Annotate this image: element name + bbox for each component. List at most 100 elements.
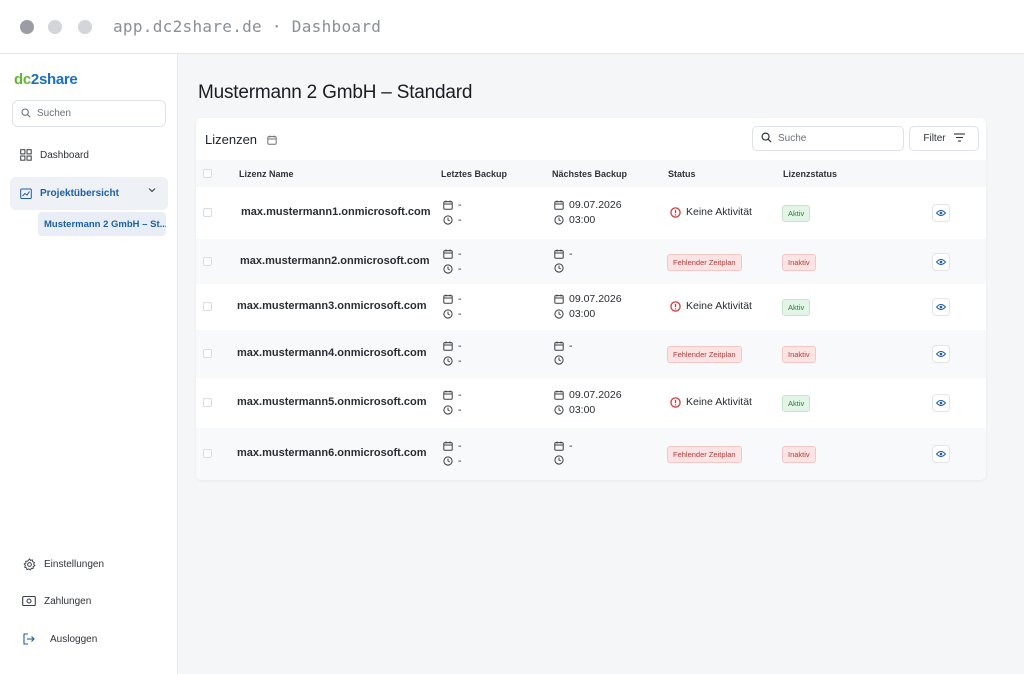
table-row[interactable]: max.mustermann4.onmicrosoft.com - - - Fehlen… [196,330,986,378]
next-backup-date-value: 09.07.2026 [569,199,622,211]
gear-icon [22,557,36,571]
col-header-name[interactable]: Lizenz Name [239,169,294,179]
filter-button[interactable]: Filter [909,126,979,151]
row-checkbox[interactable] [203,208,212,217]
table-row[interactable]: max.mustermann1.onmicrosoft.com - - 09.07.2… [196,187,986,239]
status-badge: Fehlender Zeitplan [667,446,742,463]
browser-title-bar: app.dc2share.de · Dashboard [0,0,1024,54]
table-search [752,126,904,151]
license-status-badge: Aktiv [782,395,811,412]
view-button[interactable] [932,445,950,463]
sidebar-item-logout[interactable]: Ausloggen [22,632,97,646]
window-maximize-dot[interactable] [78,20,92,34]
sidebar-item-settings[interactable]: Einstellungen [22,557,104,571]
license-name: max.mustermann1.onmicrosoft.com [241,206,431,218]
col-header-next-backup[interactable]: Nächstes Backup [552,169,627,179]
last-backup-date-value: - [458,389,462,401]
sidebar-search-input[interactable] [37,108,157,119]
clock-icon [443,215,453,225]
clock-icon [554,263,564,273]
row-checkbox[interactable] [203,449,212,458]
table-row[interactable]: max.mustermann2.onmicrosoft.com - - - Fehlen… [196,239,986,284]
calendar-icon [554,200,564,210]
status-badge: Fehlender Zeitplan [667,254,742,271]
dashboard-grid-icon [20,149,32,161]
table-row[interactable]: max.mustermann5.onmicrosoft.com - - 09.07.2… [196,378,986,428]
col-header-last-backup[interactable]: Letztes Backup [441,169,507,179]
last-backup-time: - [443,308,462,320]
col-header-status[interactable]: Status [668,169,696,179]
calendar-icon [443,249,453,259]
sidebar-item-projects[interactable]: Projektübersicht [10,177,168,210]
clock-icon [554,309,564,319]
window-close-dot[interactable] [20,20,34,34]
eye-icon [936,258,946,266]
row-checkbox[interactable] [203,302,212,311]
calendar-icon [443,441,453,451]
select-all-checkbox[interactable] [203,169,212,178]
sidebar-item-dashboard[interactable]: Dashboard [10,140,168,170]
row-checkbox[interactable] [203,257,212,266]
last-backup-date-value: - [458,248,462,260]
eye-icon [936,209,946,217]
status-cell: Keine Aktivität [670,206,752,218]
view-button[interactable] [932,394,950,412]
sidebar-item-label: Dashboard [40,149,89,161]
chevron-down-icon[interactable] [148,186,156,197]
calendar-icon[interactable] [267,135,277,145]
last-backup-time-value: - [458,455,462,467]
row-checkbox[interactable] [203,398,212,407]
last-backup-date: - [443,340,462,352]
sidebar-subitem-project[interactable]: Mustermann 2 GmbH – St... [38,212,166,236]
search-icon [21,105,31,123]
view-button[interactable] [932,253,950,271]
clock-icon [443,356,453,366]
window-minimize-dot[interactable] [48,20,62,34]
clock-icon [554,355,564,365]
calendar-icon [554,390,564,400]
next-backup-date-value: - [569,248,573,260]
sidebar-item-payments[interactable]: Zahlungen [22,594,91,608]
clock-icon [443,456,453,466]
calendar-icon [554,441,564,451]
card-header: Lizenzen Filter [196,118,986,160]
next-backup-date: 09.07.2026 [554,199,622,211]
sidebar-item-label: Projektübersicht [40,188,119,199]
eye-icon [936,303,946,311]
sidebar-item-label: Zahlungen [44,595,92,607]
view-button[interactable] [932,204,950,222]
money-icon [22,594,36,608]
license-name: max.mustermann5.onmicrosoft.com [237,396,427,408]
next-backup-time [554,263,569,273]
view-button[interactable] [932,298,950,316]
last-backup-date: - [443,389,462,401]
view-button[interactable] [932,345,950,363]
last-backup-date-value: - [458,340,462,352]
next-backup-date: - [554,440,573,452]
table-row[interactable]: max.mustermann6.onmicrosoft.com - - - Fehlen… [196,428,986,480]
last-backup-time: - [443,355,462,367]
sidebar-item-label: Ausloggen [50,633,98,645]
next-backup-date-value: - [569,340,573,352]
eye-icon [936,450,946,458]
status-badge: Fehlender Zeitplan [667,346,742,363]
next-backup-date: - [554,248,573,260]
logo-part-1: dc [14,71,31,88]
app-logo[interactable]: dc2share [14,71,78,88]
clock-icon [554,455,564,465]
status-text: Keine Aktivität [686,300,752,312]
next-backup-time-value: 03:00 [569,308,596,320]
last-backup-time-value: - [458,308,462,320]
sidebar-item-label: Einstellungen [44,558,105,570]
col-header-license-status[interactable]: Lizenzstatus [783,169,837,179]
table-search-input[interactable] [778,133,888,144]
row-checkbox[interactable] [203,349,212,358]
main-content: Mustermann 2 GmbH – Standard Lizenzen Fi… [178,54,1024,674]
last-backup-date: - [443,440,462,452]
clock-icon [443,264,453,274]
url-text: app.dc2share.de · Dashboard [113,17,382,36]
alert-circle-icon [670,206,681,218]
clock-icon [443,309,453,319]
table-row[interactable]: max.mustermann3.onmicrosoft.com - - 09.07.2… [196,284,986,330]
status-cell: Keine Aktivität [670,300,752,312]
